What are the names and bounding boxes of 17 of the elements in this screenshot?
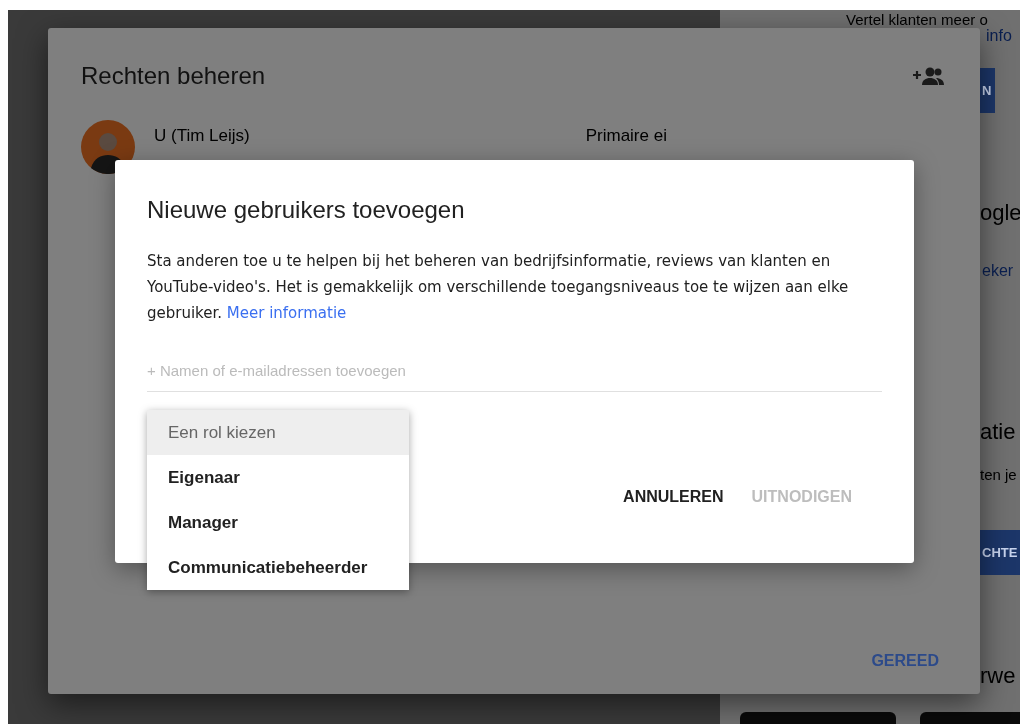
user-name: U (Tim Leijs) [154, 126, 250, 146]
dialog-button[interactable]: ANNULEREN [613, 484, 734, 510]
menu-item[interactable]: Manager [147, 500, 409, 545]
menu-item[interactable]: Communicatiebeheerder [147, 545, 409, 590]
more-info-link[interactable]: Meer informatie [226, 304, 347, 322]
description-text: Sta anderen toe u te helpen bij het beheren van bedrijfsinformatie, reviews van klanten en YouTube-video's. Het is gemakkelijk om verschillende toegangsniveaus toe te wijzen aan elke gebruiker. Meer informatie [147, 251, 850, 324]
dialog-title: Nieuwe gebruikers toevoegen [147, 196, 466, 224]
background-text: ten je [980, 466, 1017, 483]
background-heading: ogle [980, 200, 1020, 226]
dialog-title: Rechten beheren [81, 62, 266, 90]
background-heading: rwe [980, 663, 1016, 689]
background-button[interactable]: CHTE [978, 530, 1020, 575]
add-person-icon[interactable] [911, 66, 945, 86]
menu-item[interactable]: Eigenaar [147, 455, 409, 500]
user-role: Primaire ei [585, 126, 667, 146]
background-heading: atie [980, 419, 1016, 445]
background-text: Vertel klanten meer o [846, 11, 988, 28]
